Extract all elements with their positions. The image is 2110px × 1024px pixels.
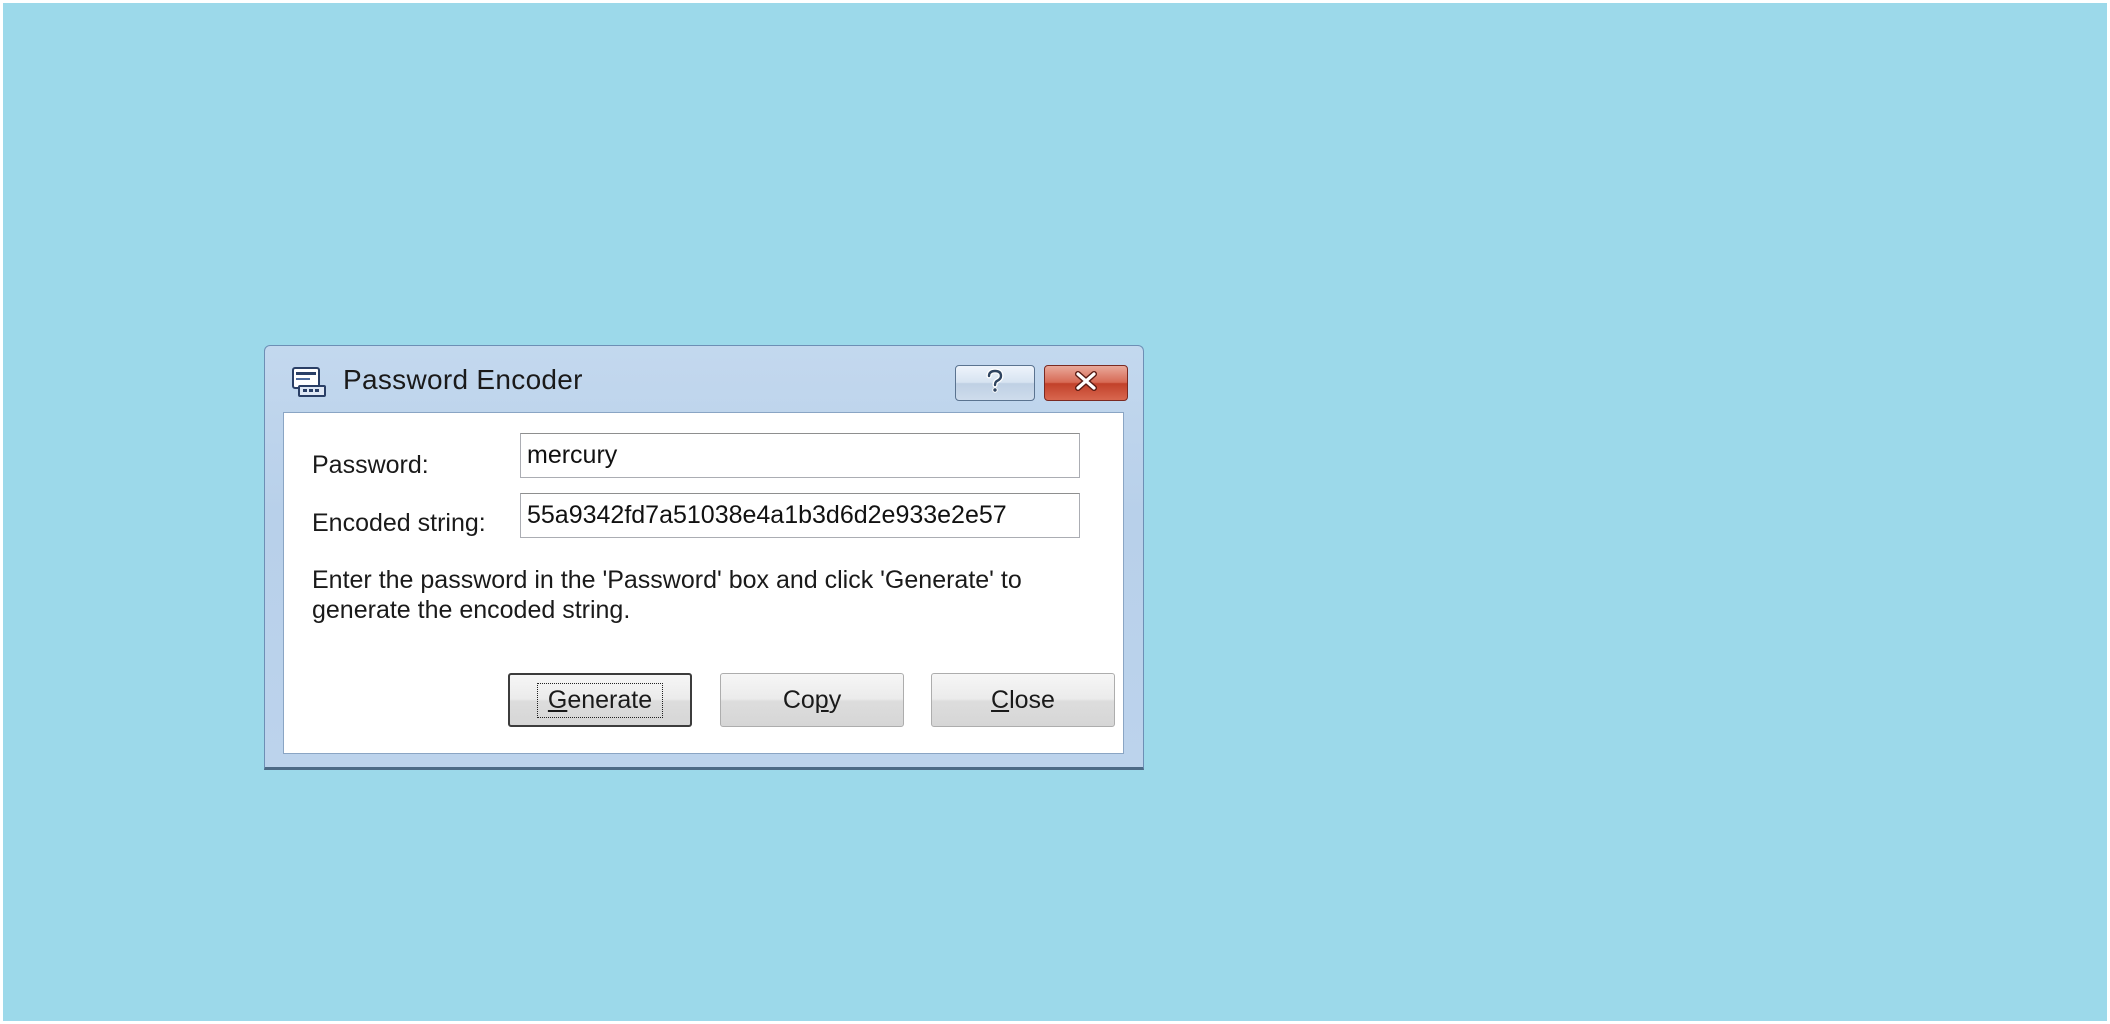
password-encoder-dialog: Password Encoder Password: mercury Encod…: [264, 345, 1144, 770]
close-button-label: Close: [991, 685, 1055, 714]
generate-button[interactable]: Generate: [508, 673, 692, 727]
encoded-string-label: Encoded string:: [312, 509, 486, 537]
close-window-button[interactable]: [1044, 365, 1128, 401]
desktop-background: Password Encoder Password: mercury Encod…: [0, 0, 2110, 1024]
window-title: Password Encoder: [343, 364, 583, 395]
generate-button-label: Generate: [536, 682, 664, 718]
password-input[interactable]: [520, 433, 1080, 478]
copy-button[interactable]: Copy: [720, 673, 904, 727]
instructions-text: Enter the password in the 'Password' box…: [312, 566, 1022, 624]
dialog-client-area: Password: Encoded string: Enter the pass…: [283, 412, 1124, 754]
encoded-string-field[interactable]: [520, 493, 1080, 538]
question-mark-icon: [984, 367, 1006, 399]
copy-button-label: Copy: [782, 685, 842, 714]
password-label: Password:: [312, 451, 429, 479]
password-encoder-app-icon: [291, 366, 327, 398]
title-bar[interactable]: Password Encoder: [265, 346, 1143, 412]
close-button[interactable]: Close: [931, 673, 1115, 727]
help-button[interactable]: [955, 365, 1035, 401]
close-x-icon: [1073, 370, 1099, 396]
